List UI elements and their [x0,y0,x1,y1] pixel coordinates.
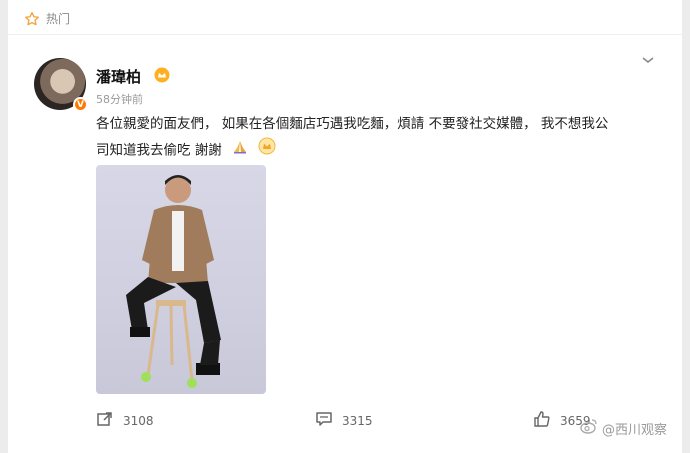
watermark: @西川观察 [580,418,667,438]
weibo-post-card: 热门 V 潘瑋柏 58分钟前 各位親愛的面友們， 如果在各個麵店巧遇我吃麵，煩請… [8,0,682,453]
repost-count: 3108 [123,413,154,428]
crown-emoji-icon [258,137,276,164]
verified-v-badge-icon: V [73,97,88,112]
photo-person-illustration [126,175,221,388]
comment-icon [315,410,333,431]
pray-icon [232,138,248,164]
watermark-text: @西川观察 [602,422,668,438]
chevron-down-icon[interactable] [641,50,655,69]
star-outline-icon [24,11,40,27]
thumbs-up-icon [533,410,551,431]
post-text-line-1: 各位親愛的面友們， 如果在各個麵店巧遇我吃麵，煩請 不要發社交媒體， 我不想我公 [96,116,609,132]
comment-action[interactable]: 3315 [315,410,373,431]
author-name[interactable]: 潘瑋柏 [96,66,141,87]
post-text-line-2: 司知道我去偷吃 謝謝 [96,137,656,164]
vip-crown-icon [154,67,170,87]
comment-count: 3315 [342,413,373,428]
post-text: 各位親愛的面友們， 如果在各個麵店巧遇我吃麵，煩請 不要發社交媒體， 我不想我公… [96,111,656,164]
repost-icon [96,410,114,431]
repost-action[interactable]: 3108 [96,410,154,431]
hot-section-header[interactable]: 热门 [24,10,70,27]
post-photo[interactable] [96,165,266,394]
post-text-line-2-text: 司知道我去偷吃 謝謝 [96,142,222,159]
avatar[interactable]: V [34,58,88,112]
header-divider [8,34,682,35]
weibo-logo-icon [580,418,598,438]
post-time[interactable]: 58分钟前 [96,91,143,107]
hot-section-label: 热门 [46,12,71,26]
